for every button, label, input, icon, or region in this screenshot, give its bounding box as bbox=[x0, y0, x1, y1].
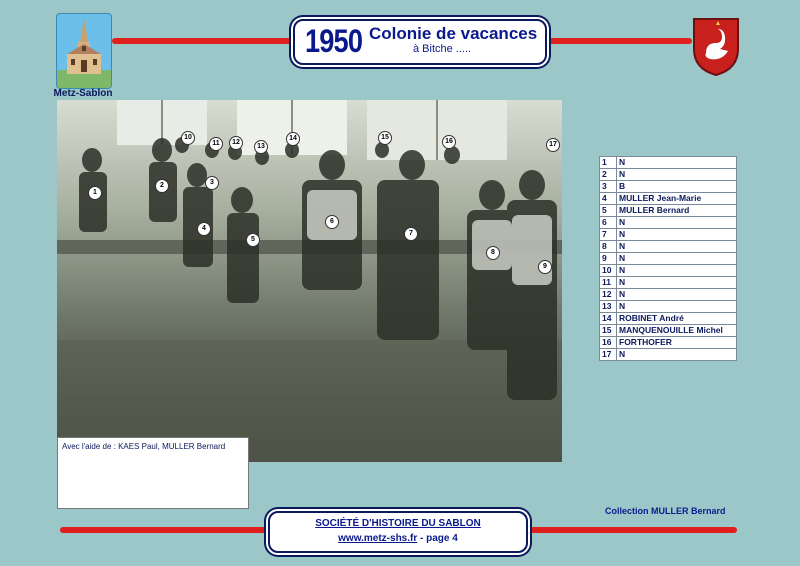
photo-badge: 4 bbox=[197, 222, 211, 236]
name-number: 4 bbox=[599, 192, 617, 205]
credits-box: Avec l'aide de : KAES Paul, MULLER Berna… bbox=[57, 437, 249, 509]
person-name: MULLER Jean-Marie bbox=[616, 192, 737, 205]
person-name: N bbox=[616, 156, 737, 169]
name-row: 9N bbox=[599, 252, 737, 265]
logo-caption: Metz-Sablon bbox=[53, 88, 113, 99]
name-number: 9 bbox=[599, 252, 617, 265]
person-name: N bbox=[616, 216, 737, 229]
name-row: 12 N bbox=[599, 288, 737, 301]
footer-box: SOCIÉTÉ D'HISTOIRE DU SABLON www.metz-sh… bbox=[268, 511, 528, 553]
name-row: 13 N bbox=[599, 300, 737, 313]
person-name: N bbox=[616, 276, 737, 289]
name-row: 5 MULLER Bernard bbox=[599, 204, 737, 217]
name-row: 10 N bbox=[599, 264, 737, 277]
person-name: ROBINET André bbox=[616, 312, 737, 325]
person-name: N bbox=[616, 288, 737, 301]
person-name: N bbox=[616, 264, 737, 277]
name-number: 15 bbox=[599, 324, 617, 337]
photo-badge: 6 bbox=[325, 215, 339, 229]
header-title: Colonie de vacances bbox=[369, 24, 538, 43]
person-name: N bbox=[616, 252, 737, 265]
name-row: 16 FORTHOFER bbox=[599, 336, 737, 349]
header-year: 1950 bbox=[305, 23, 363, 59]
church-icon bbox=[56, 13, 112, 89]
group-photo: 1 2 3 4 5 6 7 8 9 10 11 12 13 14 15 16 1… bbox=[57, 100, 562, 462]
person-name: MANQUENOUILLE Michel bbox=[616, 324, 737, 337]
person-name: N bbox=[616, 228, 737, 241]
person-name: FORTHOFER bbox=[616, 336, 737, 349]
photo-badge: 13 bbox=[254, 140, 268, 154]
person-name: N bbox=[616, 240, 737, 253]
photo-badge: 14 bbox=[286, 132, 300, 146]
person-name: N bbox=[616, 300, 737, 313]
coat-of-arms-icon bbox=[692, 17, 740, 77]
name-row: 3B bbox=[599, 180, 737, 193]
person-name: N bbox=[616, 168, 737, 181]
name-number: 11 bbox=[599, 276, 617, 289]
names-list: 1 N 2 N 3 B 4 MULLER Jean-Marie 5 MULLER Bernard 6… bbox=[599, 156, 737, 361]
photo-badge: 2 bbox=[155, 179, 169, 193]
photo-badge: 5 bbox=[246, 233, 260, 247]
photo-badge: 7 bbox=[404, 227, 418, 241]
footer-separator: - bbox=[417, 533, 427, 544]
page-number: page 4 bbox=[426, 533, 458, 544]
collection-credit: Collection MULLER Bernard bbox=[605, 506, 726, 516]
header-left-line bbox=[112, 38, 302, 44]
name-row: 14 ROBINET André bbox=[599, 312, 737, 325]
photo-badge: 8 bbox=[486, 246, 500, 260]
photo-badge: 12 bbox=[229, 136, 243, 150]
name-row: 8N bbox=[599, 240, 737, 253]
society-name: SOCIÉTÉ D'HISTOIRE DU SABLON bbox=[315, 518, 481, 529]
name-number: 3 bbox=[599, 180, 617, 193]
name-number: 17 bbox=[599, 348, 617, 361]
name-number: 2 bbox=[599, 168, 617, 181]
photo-badge: 3 bbox=[205, 176, 219, 190]
header-subtitle: à Bitche ..... bbox=[413, 43, 472, 55]
name-number: 1 bbox=[599, 156, 617, 169]
footer-right-line bbox=[517, 527, 737, 533]
person-name: N bbox=[616, 348, 737, 361]
name-number: 16 bbox=[599, 336, 617, 349]
photo-badge: 11 bbox=[209, 137, 223, 151]
name-number: 8 bbox=[599, 240, 617, 253]
header-title-box: 1950 Colonie de vacances à Bitche ..... bbox=[293, 19, 547, 65]
name-row: 7N bbox=[599, 228, 737, 241]
photo-badge: 17 bbox=[546, 138, 560, 152]
name-number: 13 bbox=[599, 300, 617, 313]
name-row: 6N bbox=[599, 216, 737, 229]
name-number: 12 bbox=[599, 288, 617, 301]
footer-left-line bbox=[60, 527, 275, 533]
name-number: 10 bbox=[599, 264, 617, 277]
name-number: 5 bbox=[599, 204, 617, 217]
photo-badge: 1 bbox=[88, 186, 102, 200]
name-row: 4 MULLER Jean-Marie bbox=[599, 192, 737, 205]
footer-website-line: www.metz-shs.fr - page 4 bbox=[270, 533, 526, 544]
name-row: 2N bbox=[599, 168, 737, 181]
name-row: 17 N bbox=[599, 348, 737, 361]
name-row: 11 N bbox=[599, 276, 737, 289]
website-link[interactable]: www.metz-shs.fr bbox=[338, 533, 417, 544]
name-number: 7 bbox=[599, 228, 617, 241]
photo-badge: 10 bbox=[181, 131, 195, 145]
name-row: 1N bbox=[599, 156, 737, 169]
photo-badge: 9 bbox=[538, 260, 552, 274]
person-name: B bbox=[616, 180, 737, 193]
photo-badge: 15 bbox=[378, 131, 392, 145]
name-number: 14 bbox=[599, 312, 617, 325]
name-row: 15 MANQUENOUILLE Michel bbox=[599, 324, 737, 337]
credits-text: Avec l'aide de : KAES Paul, MULLER Berna… bbox=[62, 442, 226, 451]
photo-badge: 16 bbox=[442, 135, 456, 149]
person-name: MULLER Bernard bbox=[616, 204, 737, 217]
name-number: 6 bbox=[599, 216, 617, 229]
header-right-line bbox=[534, 38, 692, 44]
